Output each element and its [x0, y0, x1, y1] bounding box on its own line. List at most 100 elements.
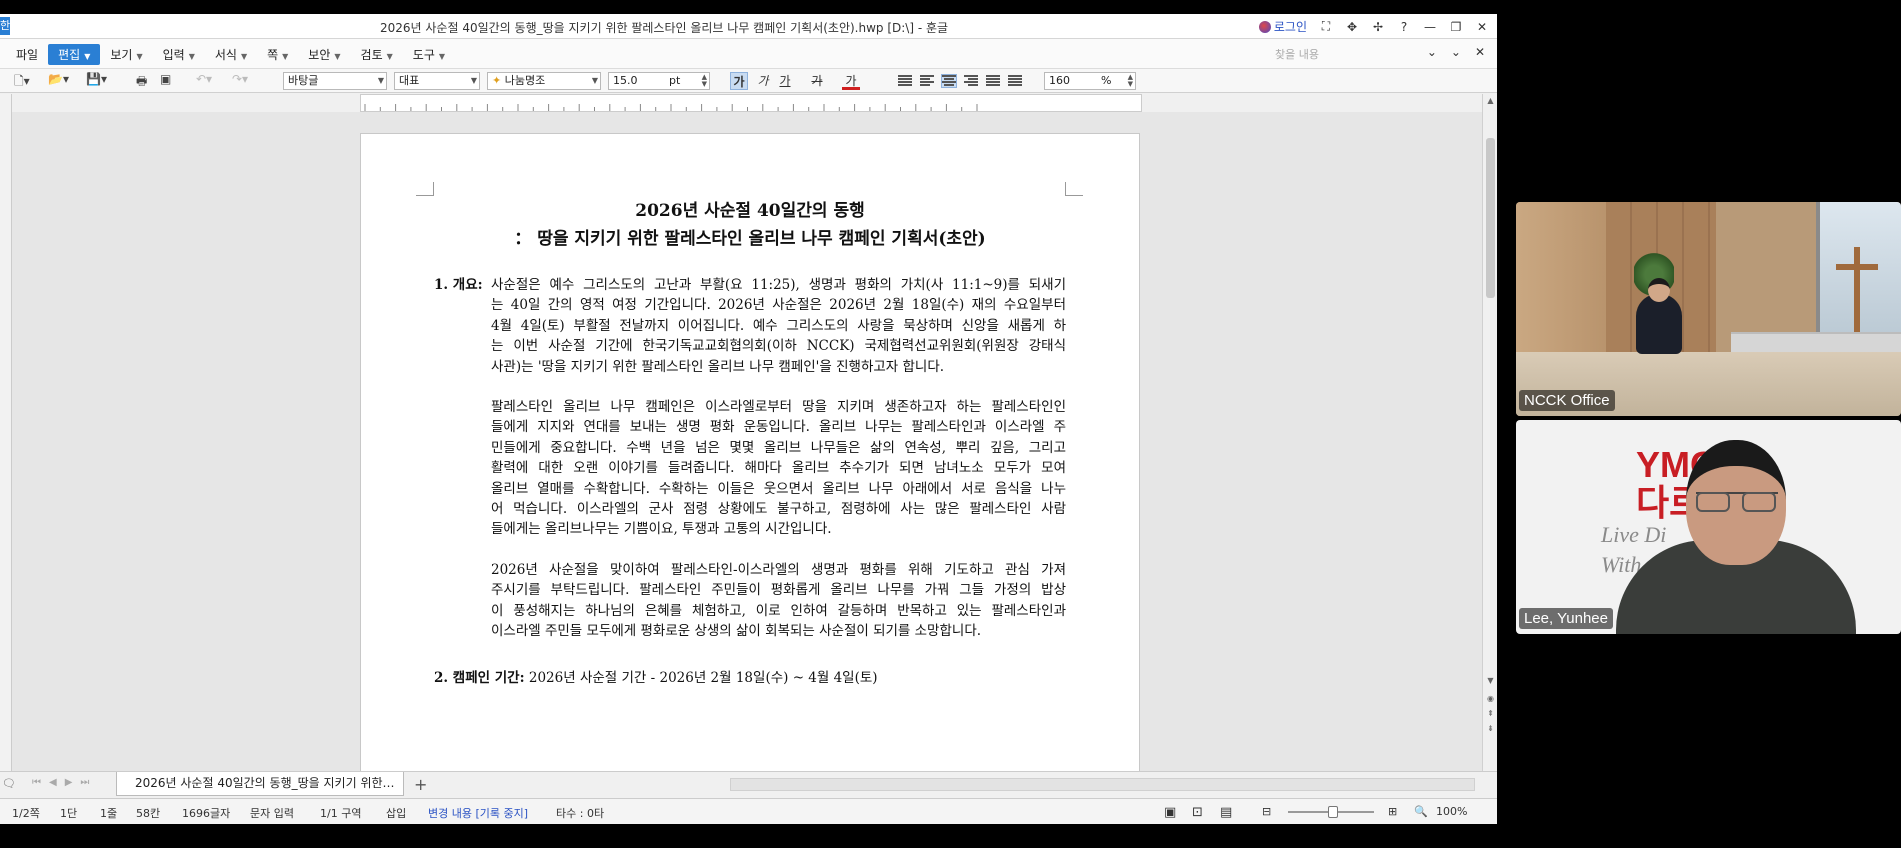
video-tile-ncck-office[interactable]: NCCK Office	[1516, 202, 1901, 416]
settings-icon[interactable]: ✢	[1371, 20, 1385, 34]
print-icon[interactable]: 🖶	[136, 72, 147, 90]
vertical-ruler[interactable]	[0, 94, 12, 779]
scene-cross	[1854, 247, 1860, 332]
status-column: 1단	[60, 807, 78, 820]
tab-document[interactable]: 2026년 사순절 40일간의 동행_땅을 지키기 위한…	[116, 772, 404, 796]
style-select[interactable]: 바탕글 ▼	[283, 72, 387, 90]
section2-heading-text: 2. 캠페인 기간:	[434, 670, 525, 686]
page-mode-icon[interactable]: ◉	[1485, 694, 1496, 703]
language-select[interactable]: 대표 ▼	[394, 72, 480, 90]
status-typing: 타수 : 0타	[556, 807, 605, 820]
login-button[interactable]: 로그인	[1258, 18, 1307, 35]
align-split-icon[interactable]	[1008, 75, 1022, 87]
chevron-down-icon: ▼	[334, 52, 341, 61]
new-doc-icon[interactable]: 🗋▾	[14, 72, 30, 90]
paragraph-line: 올리브 열매를 수확합니다. 수확하는 이들은 웃으면서 올리브 나무 아래에서…	[491, 480, 1066, 497]
next-page-icon[interactable]: ⇟	[1485, 724, 1496, 733]
font-select[interactable]: ✦ 나눔명조 ▼	[487, 72, 601, 90]
paragraph-line: 민들에게 중요합니다. 수백 년을 넘은 몇몇 올리브 나무들은 삶의 연속성,…	[491, 439, 1066, 456]
menu-item[interactable]: 검토 ▼	[351, 44, 403, 65]
menu-item[interactable]: 파일	[6, 44, 48, 65]
participant-figure	[1636, 294, 1682, 354]
align-center-icon[interactable]	[941, 74, 957, 88]
paragraph-line: 들에게 지지와 연대를 보내는 생명 평화 운동입니다. 올리브 나무는 팔레스…	[491, 419, 1066, 436]
open-icon[interactable]: 📂▾	[48, 72, 69, 90]
font-size-spinner[interactable]: 15.0 pt ▲ ▼	[608, 72, 710, 90]
add-tab-button[interactable]: +	[414, 775, 427, 794]
align-right-icon[interactable]	[964, 75, 978, 87]
menu-item[interactable]: 편집 ▼	[48, 44, 101, 65]
underline-button[interactable]: 가	[776, 72, 794, 90]
italic-button[interactable]: 가	[754, 72, 772, 90]
zoom-spinner-arrows[interactable]: ▲ ▼	[1128, 74, 1133, 88]
view-page-icon[interactable]: ▤	[1220, 805, 1232, 820]
menu-item[interactable]: 도구 ▼	[403, 44, 455, 65]
scroll-down-icon[interactable]: ▼	[1485, 676, 1496, 685]
align-distribute-icon[interactable]	[986, 75, 1000, 87]
chevron-down-icon: ▼	[240, 52, 248, 61]
doc-title-line2: ： 땅을 지키기 위한 팔레스타인 올리브 나무 캠페인 기획서(초안)	[514, 229, 986, 249]
ribbon-collapse-icon[interactable]: ⌄	[1451, 45, 1461, 59]
video-tile-lee-yunhee[interactable]: YMC 다르 Live Di With Lee, Yunhee	[1516, 420, 1901, 634]
status-input-mode: 문자 입력	[250, 807, 294, 820]
view-normal-icon[interactable]: ▣	[1164, 805, 1176, 820]
status-insert[interactable]: 삽입	[386, 805, 406, 821]
save-icon[interactable]: 💾▾	[86, 72, 107, 90]
prev-page-icon[interactable]: ⇞	[1485, 709, 1496, 718]
menu-item[interactable]: 보기 ▼	[100, 44, 152, 65]
search-dropdown-icon[interactable]: ⌄	[1427, 45, 1437, 59]
minimize-button[interactable]: —	[1423, 20, 1437, 34]
strikethrough-button[interactable]: 가	[808, 72, 826, 90]
spinner-arrows[interactable]: ▲ ▼	[702, 74, 707, 88]
document-page[interactable]: 2026년 사순절 40일간의 동행 ： 땅을 지키기 위한 팔레스타인 올리브…	[360, 133, 1140, 779]
user-icon	[1258, 21, 1271, 33]
paragraph-line: 주시기를 부탁드립니다. 팔레스타인 주민들이 평화롭게 올리브 나무를 가꿔 …	[491, 582, 1066, 599]
bold-button[interactable]: 가	[730, 72, 748, 90]
search-input[interactable]: 찾을 내용	[1275, 46, 1445, 63]
paragraph-line: 2026년 사순절을 맞이하여 팔레스타인-이스라엘의 생명과 평화를 위해 기…	[491, 562, 1066, 578]
zoom-spinner[interactable]: 160 % ▲ ▼	[1044, 72, 1136, 90]
font-icon: ✦	[492, 74, 502, 87]
zoom-in-icon[interactable]: ⊞	[1388, 805, 1397, 818]
preview-icon[interactable]: ▣	[160, 72, 171, 90]
status-page[interactable]: 1/2쪽	[12, 805, 40, 821]
status-zoom[interactable]: 100%	[1436, 805, 1467, 818]
document-area[interactable]: 2026년 사순절 40일간의 동행 ： 땅을 지키기 위한 팔레스타인 올리브…	[12, 112, 1482, 779]
fullscreen-icon[interactable]: ⛶	[1319, 19, 1333, 34]
align-left-icon[interactable]	[920, 75, 934, 87]
participant-name-tag: NCCK Office	[1519, 390, 1615, 411]
hwp-app-icon[interactable]: 한	[0, 17, 10, 35]
title-bar: 한 2026년 사순절 40일간의 동행_땅을 지키기 위한 팔레스타인 올리브…	[0, 14, 1497, 39]
menu-item[interactable]: 보안 ▼	[298, 44, 350, 65]
tab-nav-arrows[interactable]: ⏮◀▶⏭	[32, 777, 97, 788]
zoom-slider[interactable]	[1288, 806, 1374, 818]
font-color-button[interactable]: 가	[842, 72, 860, 90]
close-doc-icon[interactable]: ✕	[1475, 45, 1485, 59]
close-button[interactable]: ✕	[1475, 20, 1489, 34]
vertical-scrollbar[interactable]: ▲ ▼ ◉ ⇞ ⇟	[1482, 94, 1497, 779]
align-justify-icon[interactable]	[898, 75, 912, 87]
menu-item[interactable]: 쪽 ▼	[257, 44, 298, 65]
tab-list-icon[interactable]: 🗨	[2, 777, 16, 790]
undo-icon[interactable]: ↶▾	[196, 72, 212, 90]
view-web-icon[interactable]: ⊡	[1192, 805, 1203, 820]
vertical-scroll-thumb[interactable]	[1486, 138, 1495, 298]
status-track-changes[interactable]: 변경 내용 [기록 중지]	[428, 805, 528, 821]
horizontal-scrollbar[interactable]	[730, 778, 1475, 791]
paragraph-line: 4월 4일(토) 부활절 전날까지 이어집니다. 예수 그리스도의 사랑을 묵상…	[491, 317, 1066, 334]
paragraph-line: 이 풍성해지는 하나님의 은혜를 체험하고, 이로 인하여 갈등하며 반목하고 …	[491, 602, 1066, 619]
menu-item[interactable]: 입력 ▼	[153, 44, 205, 65]
redo-icon[interactable]: ↷▾	[232, 72, 248, 90]
help-icon[interactable]: ?	[1397, 20, 1411, 34]
zoom-slider-knob[interactable]	[1328, 806, 1338, 818]
restore-button[interactable]: ❐	[1449, 20, 1463, 34]
zoom-magnifier-icon[interactable]: 🔍	[1414, 805, 1428, 818]
menu-item[interactable]: 서식 ▼	[205, 44, 257, 65]
horizontal-ruler[interactable]	[360, 94, 1142, 112]
desktop: 한 2026년 사순절 40일간의 동행_땅을 지키기 위한 팔레스타인 올리브…	[0, 0, 1901, 848]
zoom-out-icon[interactable]: ⊟	[1262, 805, 1271, 818]
participant-name-tag: Lee, Yunhee	[1519, 608, 1613, 629]
page-corner-marker	[1065, 182, 1083, 196]
move-icon[interactable]: ✥	[1345, 20, 1359, 34]
scroll-up-icon[interactable]: ▲	[1485, 96, 1496, 105]
